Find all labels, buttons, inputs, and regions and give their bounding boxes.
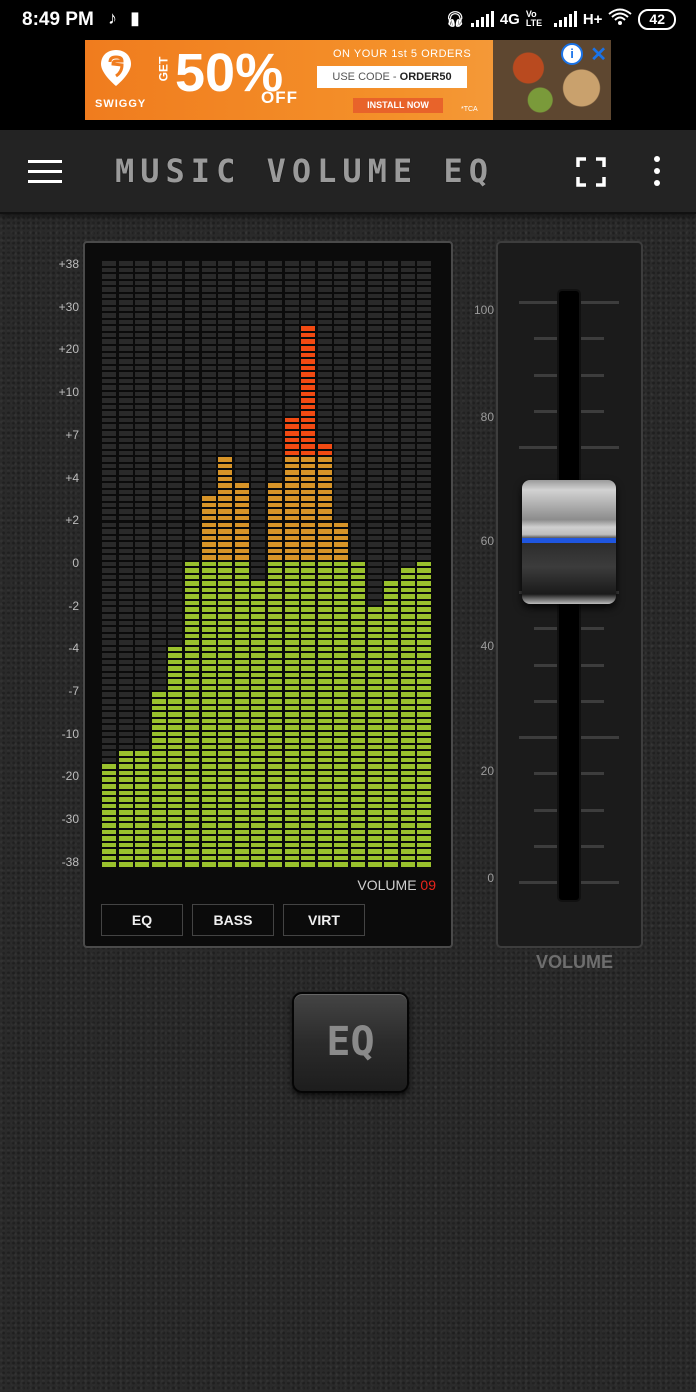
status-bar: 8:49 PM ♪ ▮ 🎧︎ 4G Vo LTE H+ 42 — [0, 0, 696, 40]
ad-banner[interactable]: SWIGGY GET 50% OFF ON YOUR 1st 5 ORDERS … — [85, 40, 611, 120]
db-label: +7 — [65, 427, 79, 442]
db-label: +10 — [58, 385, 79, 400]
db-label: -7 — [68, 684, 79, 698]
app-title: MUSIC VOLUME EQ — [115, 152, 494, 190]
volume-readout: VOLUME 09 — [357, 877, 436, 893]
signal-icon — [470, 11, 494, 27]
app-toolbar: MUSIC VOLUME EQ — [0, 130, 696, 214]
ad-info-icon[interactable]: i — [561, 43, 583, 65]
status-right: 🎧︎ 4G Vo LTE H+ 42 — [446, 8, 676, 30]
fullscreen-icon[interactable] — [575, 156, 607, 188]
barcode-icon: ▮ — [130, 8, 140, 28]
eq-bar — [384, 260, 399, 868]
eq-bar-graph — [102, 260, 434, 868]
db-label: +4 — [65, 470, 79, 485]
volume-slider-panel: 100 80 60 40 20 0 — [474, 241, 643, 948]
network-type: 4G — [499, 10, 520, 28]
more-options-icon[interactable] — [654, 156, 664, 190]
ad-code-box: USE CODE - ORDER50 — [317, 66, 467, 88]
eq-bar — [351, 260, 365, 868]
volume-title: VOLUME — [535, 952, 613, 972]
eq-bar — [102, 260, 116, 868]
db-label: -10 — [61, 726, 79, 741]
ad-line1: ON YOUR 1st 5 ORDERS — [333, 48, 472, 60]
ad-container: SWIGGY GET 50% OFF ON YOUR 1st 5 ORDERS … — [0, 40, 696, 130]
db-label: +2 — [65, 513, 79, 528]
db-label: +30 — [58, 299, 79, 314]
ad-code-label: USE CODE - — [332, 71, 397, 83]
eq-bar — [301, 260, 316, 868]
eq-bar — [417, 260, 432, 868]
db-label: +20 — [58, 342, 79, 357]
volume-slider-knob[interactable] — [522, 480, 616, 604]
eq-bar — [168, 260, 183, 868]
ad-brand: SWIGGY — [95, 98, 147, 110]
wifi-icon — [608, 8, 633, 30]
ad-code: ORDER50 — [399, 71, 452, 83]
eq-bar — [284, 260, 299, 868]
volte-indicator: Vo LTE — [525, 9, 543, 28]
db-label: -20 — [61, 769, 79, 784]
eq-bar — [251, 260, 266, 868]
volume-scale-label: 60 — [480, 534, 494, 548]
volume-scale-label: 40 — [480, 639, 494, 653]
volume-readout-value: 09 — [420, 877, 436, 893]
db-label: -4 — [68, 641, 79, 656]
eq-bar — [118, 260, 133, 868]
eq-bar — [185, 260, 199, 868]
battery-indicator: 42 — [638, 8, 676, 30]
eq-display-panel: +38 +30 +20 +10 +7 +4 +2 0 -2 -4 -7 -10 -20 -30 -38 VO… — [59, 241, 453, 948]
db-label: -30 — [61, 812, 79, 827]
eq-bar — [317, 260, 332, 868]
volume-readout-label: VOLUME — [357, 877, 417, 893]
tiktok-icon: ♪ — [108, 8, 117, 28]
db-label: -38 — [61, 854, 79, 869]
ad-off: OFF — [261, 88, 298, 107]
status-notification-icons: ♪ ▮ — [108, 8, 140, 29]
db-label: -2 — [68, 598, 79, 613]
eq-toggle-button[interactable]: EQ — [292, 992, 409, 1093]
ad-install-button[interactable]: INSTALL NOW — [353, 98, 443, 113]
hplus-indicator: H+ — [582, 10, 603, 28]
volume-scale-label: 100 — [474, 303, 495, 317]
eq-bar — [201, 260, 216, 868]
eq-bar — [135, 260, 150, 868]
eq-bar — [218, 260, 233, 868]
volume-scale-label: 0 — [487, 871, 494, 885]
db-label: 0 — [72, 555, 79, 570]
volume-scale-label: 80 — [480, 410, 494, 424]
menu-icon[interactable] — [28, 160, 62, 184]
swiggy-logo-icon — [101, 50, 131, 86]
signal-icon-2 — [553, 11, 577, 27]
bass-mode-button[interactable]: BASS — [192, 904, 274, 936]
eq-bar — [400, 260, 415, 868]
ad-tca: *TCA — [461, 106, 478, 113]
db-label: +38 — [58, 257, 79, 271]
eq-bar — [151, 260, 166, 868]
status-time: 8:49 PM — [22, 9, 94, 30]
virt-mode-button[interactable]: VIRT — [283, 904, 365, 936]
eq-bar — [268, 260, 282, 868]
headphones-icon: 🎧︎ — [445, 11, 465, 28]
eq-mode-button[interactable]: EQ — [101, 904, 183, 936]
eq-bar — [367, 260, 382, 868]
eq-bar — [234, 260, 249, 868]
ad-get: GET — [156, 56, 171, 82]
ad-close-icon[interactable]: ✕ — [590, 42, 607, 67]
eq-bar — [334, 260, 349, 868]
knob-indicator-line — [522, 538, 616, 543]
volume-scale-label: 20 — [480, 764, 494, 778]
